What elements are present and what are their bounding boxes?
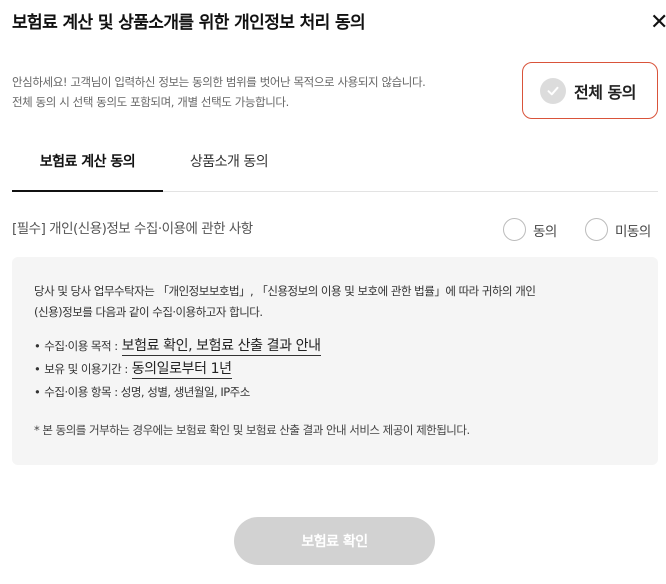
agree-radio[interactable] xyxy=(503,218,526,241)
consent-items-list: • 수집·이용 목적 : 보험료 확인, 보험료 산출 결과 안내 • 보유 및… xyxy=(34,335,636,404)
privacy-notice: 안심하세요! 고객님이 입력하신 정보는 동의한 범위를 벗어난 목적으로 사용… xyxy=(12,72,512,112)
intro-line-2: (신용)정보를 다음과 같이 수집·이용하고자 합니다. xyxy=(34,305,263,319)
consent-tabs: 보험료 계산 동의 상품소개 동의 xyxy=(12,140,658,192)
intro-line-1: 당사 및 당사 업무수탁자는 「개인정보보호법」, 「신용정보의 이용 및 보호… xyxy=(34,284,536,298)
agree-radio-label: 동의 xyxy=(533,223,557,240)
agree-all-button[interactable]: 전체 동의 xyxy=(522,62,658,119)
tab-premium-calculation[interactable]: 보험료 계산 동의 xyxy=(12,140,163,192)
bullet: • xyxy=(34,339,41,353)
consent-intro: 당사 및 당사 업무수탁자는 「개인정보보호법」, 「신용정보의 이용 및 보호… xyxy=(34,281,636,323)
disagree-radio[interactable] xyxy=(585,218,608,241)
section-title: [필수] 개인(신용)정보 수집·이용에 관한 사항 xyxy=(12,221,253,237)
confirm-premium-button[interactable]: 보험료 확인 xyxy=(234,517,435,565)
consent-details-box: 당사 및 당사 업무수탁자는 「개인정보보호법」, 「신용정보의 이용 및 보호… xyxy=(12,257,658,465)
check-icon xyxy=(540,77,566,104)
modal-title: 보험료 계산 및 상품소개를 위한 개인정보 처리 동의 xyxy=(12,13,366,33)
agree-radio-option[interactable]: 동의 xyxy=(503,218,557,241)
disagree-radio-label: 미동의 xyxy=(615,223,651,240)
agree-all-label: 전체 동의 xyxy=(574,82,636,102)
disagree-radio-option[interactable]: 미동의 xyxy=(585,218,651,241)
retention-label: 보유 및 이용기간 : xyxy=(44,362,128,376)
notice-line-2: 전체 동의 시 선택 동의도 포함되며, 개별 선택도 가능합니다. xyxy=(12,95,289,109)
refusal-footnote: * 본 동의를 거부하는 경우에는 보험료 확인 및 보험료 산출 결과 안내 … xyxy=(34,423,470,437)
list-item: • 수집·이용 항목 : 성명, 성별, 생년월일, IP주소 xyxy=(34,381,636,404)
purpose-value: 보험료 확인, 보험료 산출 결과 안내 xyxy=(121,338,321,356)
bullet: • xyxy=(34,362,41,376)
retention-value: 동의일로부터 1년 xyxy=(131,361,232,379)
collected-items-text: 수집·이용 항목 : 성명, 성별, 생년월일, IP주소 xyxy=(44,385,250,399)
modal-header: 보험료 계산 및 상품소개를 위한 개인정보 처리 동의 ✕ xyxy=(12,10,666,36)
tab-product-introduction[interactable]: 상품소개 동의 xyxy=(169,140,289,192)
consent-section-header: [필수] 개인(신용)정보 수집·이용에 관한 사항 동의 미동의 xyxy=(12,218,658,244)
bullet: • xyxy=(34,385,41,399)
close-icon[interactable]: ✕ xyxy=(650,12,666,34)
notice-line-1: 안심하세요! 고객님이 입력하신 정보는 동의한 범위를 벗어난 목적으로 사용… xyxy=(12,75,426,89)
purpose-label: 수집·이용 목적 : xyxy=(44,339,118,353)
list-item: • 보유 및 이용기간 : 동의일로부터 1년 xyxy=(34,358,636,381)
list-item: • 수집·이용 목적 : 보험료 확인, 보험료 산출 결과 안내 xyxy=(34,335,636,358)
